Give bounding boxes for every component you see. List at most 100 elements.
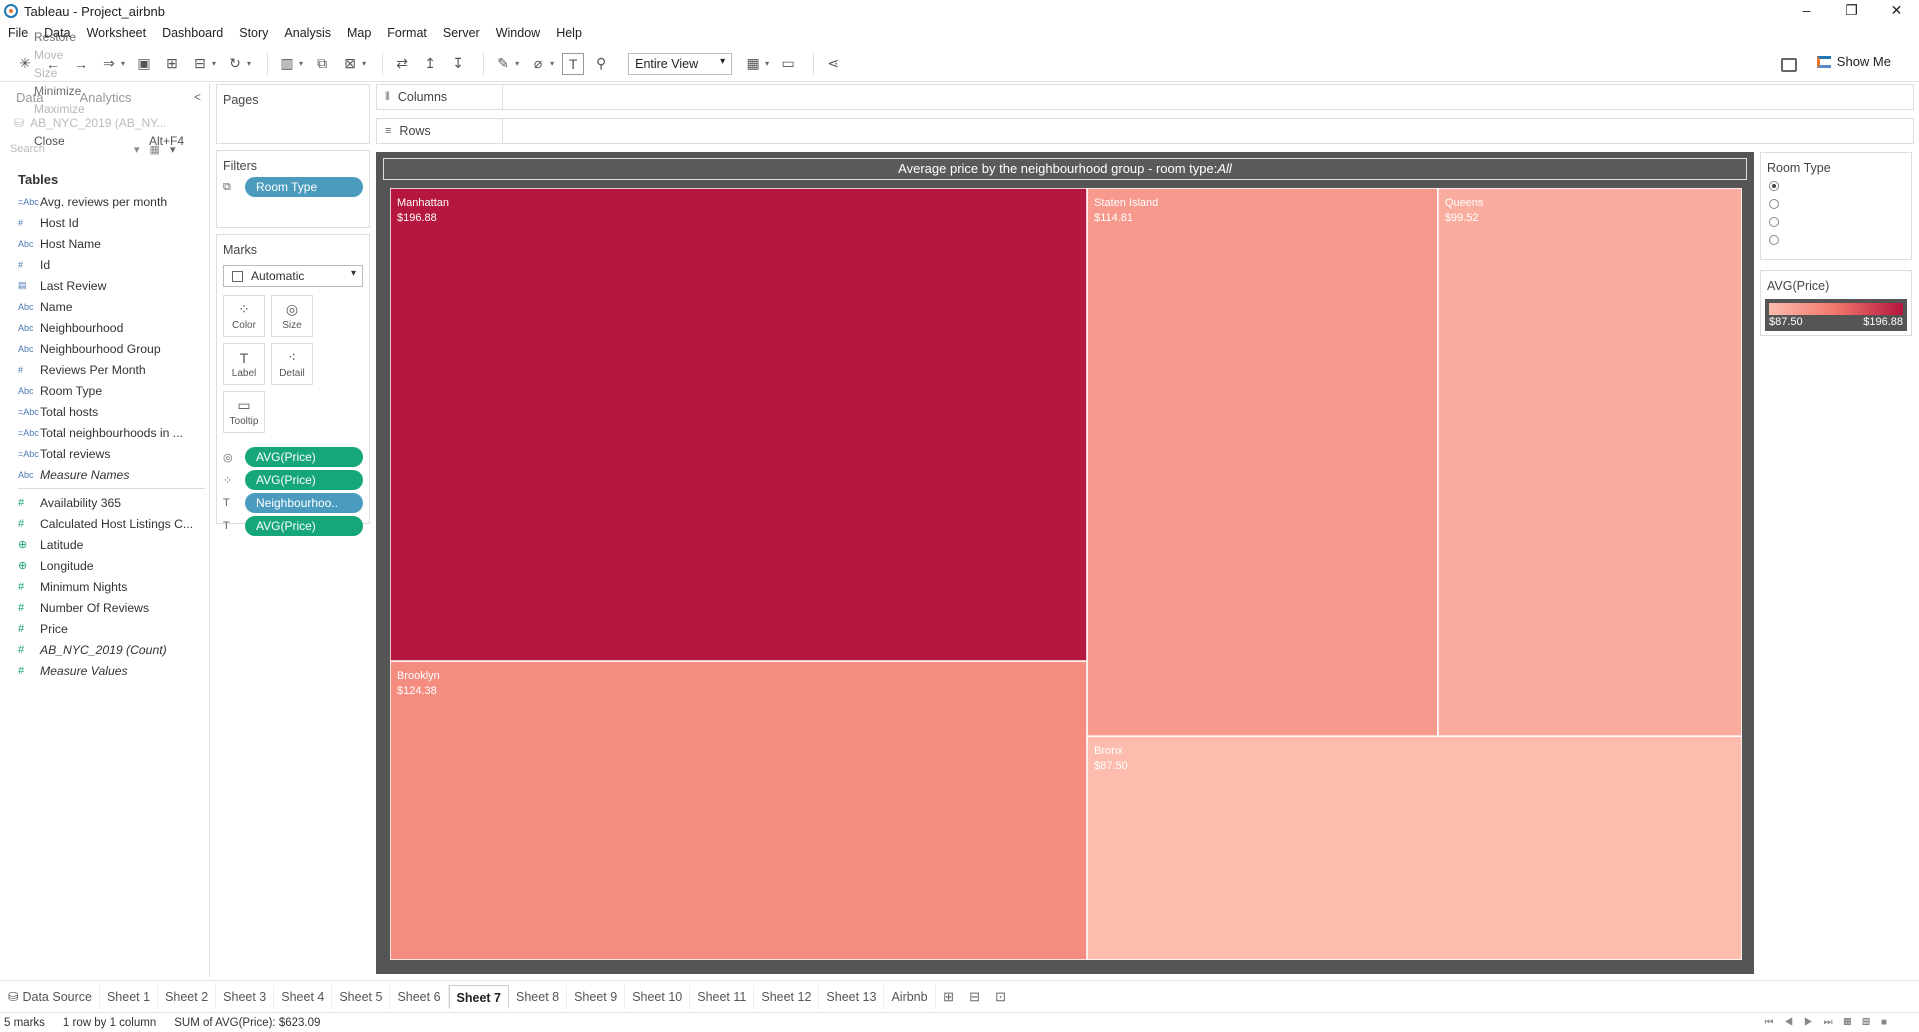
fit-dropdown[interactable]: Entire View — [628, 52, 733, 75]
menu-file[interactable]: File — [8, 26, 28, 40]
marks-pill[interactable]: AVG(Price) — [245, 516, 363, 536]
close-button[interactable]: ✕ — [1874, 0, 1919, 22]
collapse-pane-icon[interactable]: < — [194, 90, 201, 104]
room-type-radio[interactable] — [1769, 235, 1779, 245]
menu-story[interactable]: Story — [239, 26, 268, 40]
tab-sheet-10[interactable]: Sheet 10 — [625, 984, 691, 1009]
tab-sheet-4[interactable]: Sheet 4 — [274, 984, 333, 1009]
field-id[interactable]: # Id — [0, 254, 209, 275]
marks-detail-button[interactable]: ⁖ Detail — [271, 343, 313, 385]
pages-card[interactable]: Pages — [216, 84, 370, 144]
sort-ascending-icon[interactable]: ↥ — [419, 53, 441, 75]
tab-sheet-1[interactable]: Sheet 1 — [100, 984, 159, 1009]
menu-analysis[interactable]: Analysis — [284, 26, 331, 40]
treemap-rect[interactable] — [390, 660, 1088, 960]
cards-icon[interactable]: ▦ — [742, 53, 764, 75]
field-measure-values[interactable]: # Measure Values — [0, 660, 209, 681]
field-latitude[interactable]: ⊕ Latitude — [0, 534, 209, 555]
field-price[interactable]: # Price — [0, 618, 209, 639]
filter-pill-room-type[interactable]: Room Type — [245, 177, 363, 197]
tab-sheet-8[interactable]: Sheet 8 — [509, 984, 568, 1009]
field-calculated-host-listings-c[interactable]: # Calculated Host Listings C... — [0, 513, 209, 534]
tab-sheet-3[interactable]: Sheet 3 — [216, 984, 275, 1009]
marks-label-button[interactable]: T Label — [223, 343, 265, 385]
field-total-hosts[interactable]: =Abc Total hosts — [0, 401, 209, 422]
field-ab-nyc-2019-count[interactable]: # AB_NYC_2019 (Count) — [0, 639, 209, 660]
treemap-cell-manhattan[interactable]: Manhattan $196.88 — [390, 188, 1088, 662]
minimize-button[interactable]: – — [1784, 0, 1829, 22]
fix-axes-icon[interactable]: ⚲ — [590, 53, 612, 75]
menu-map[interactable]: Map — [347, 26, 371, 40]
mark-type-dropdown[interactable]: Automatic — [223, 265, 363, 287]
highlight-icon[interactable]: ✎ — [492, 53, 514, 75]
tab-data-source[interactable]: ⛁ Data Source — [0, 984, 100, 1009]
tab-airbnb[interactable]: Airbnb — [884, 984, 936, 1009]
field-availability-365[interactable]: # Availability 365 — [0, 492, 209, 513]
encoding-icon[interactable]: T — [223, 497, 245, 509]
pause-dropdown-icon[interactable]: ▾ — [212, 59, 216, 68]
columns-shelf[interactable]: ⦀ Columns — [376, 84, 1914, 110]
tab-sheet-5[interactable]: Sheet 5 — [332, 984, 391, 1009]
tab-sheet-13[interactable]: Sheet 13 — [819, 984, 885, 1009]
pause-updates-icon[interactable]: ⊟ — [189, 53, 211, 75]
treemap-rect[interactable] — [1086, 735, 1742, 960]
restore-button[interactable]: ❐ — [1829, 0, 1874, 22]
room-type-radio[interactable] — [1769, 181, 1779, 191]
presentation-mode-icon[interactable] — [1781, 58, 1797, 72]
clear-dropdown-icon[interactable]: ▾ — [362, 59, 366, 68]
field-avg-reviews-per-month[interactable]: =Abc Avg. reviews per month — [0, 191, 209, 212]
show-me-button[interactable]: Show Me — [1816, 54, 1891, 69]
field-host-name[interactable]: Abc Host Name — [0, 233, 209, 254]
refresh-icon[interactable]: ↻ — [224, 53, 246, 75]
treemap-rect[interactable] — [1437, 188, 1742, 737]
tab-sheet-6[interactable]: Sheet 6 — [390, 984, 449, 1009]
menu-window[interactable]: Window — [496, 26, 540, 40]
room-type-radio[interactable] — [1769, 199, 1779, 209]
field-room-type[interactable]: Abc Room Type — [0, 380, 209, 401]
sort-descending-icon[interactable]: ↧ — [447, 53, 469, 75]
cards-dropdown-icon[interactable]: ▾ — [765, 59, 769, 68]
encoding-icon[interactable]: ◎ — [223, 451, 245, 464]
tab-sheet-12[interactable]: Sheet 12 — [754, 984, 820, 1009]
new-dashboard-tab-icon[interactable]: ⊟ — [962, 989, 988, 1005]
field-neighbourhood[interactable]: Abc Neighbourhood — [0, 317, 209, 338]
menu-format[interactable]: Format — [387, 26, 427, 40]
field-longitude[interactable]: ⊕ Longitude — [0, 555, 209, 576]
view-title[interactable]: Average price by the neighbourhood group… — [383, 158, 1747, 180]
field-number-of-reviews[interactable]: # Number Of Reviews — [0, 597, 209, 618]
filters-card[interactable]: Filters ⧉ Room Type — [216, 150, 370, 228]
tableau-home-icon[interactable]: ✳ — [14, 53, 36, 75]
menu-help[interactable]: Help — [556, 26, 582, 40]
marks-tooltip-button[interactable]: ▭ Tooltip — [223, 391, 265, 433]
tab-sheet-9[interactable]: Sheet 9 — [567, 984, 626, 1009]
swap-icon[interactable]: ⇄ — [391, 53, 413, 75]
treemap-cell-queens[interactable]: Queens $99.52 — [1437, 188, 1742, 737]
sysmenu-maximize[interactable]: Maximize — [34, 98, 184, 120]
field-total-neighbourhoods-in[interactable]: =Abc Total neighbourhoods in ... — [0, 422, 209, 443]
marks-pill[interactable]: Neighbourhoo.. — [245, 493, 363, 513]
field-reviews-per-month[interactable]: # Reviews Per Month — [0, 359, 209, 380]
tab-sheet-7[interactable]: Sheet 7 — [448, 984, 509, 1009]
presentation-icon[interactable]: ▭ — [777, 53, 799, 75]
refresh-dropdown-icon[interactable]: ▾ — [247, 59, 251, 68]
encoding-icon[interactable]: T — [223, 520, 245, 532]
rows-shelf[interactable]: ≡ Rows — [376, 118, 1914, 144]
field-measure-names[interactable]: Abc Measure Names — [0, 464, 209, 485]
tab-sheet-2[interactable]: Sheet 2 — [158, 984, 217, 1009]
treemap-rect[interactable] — [390, 188, 1088, 662]
new-worksheet-icon[interactable]: ▥ — [276, 53, 298, 75]
treemap-chart[interactable]: Manhattan $196.88 Brooklyn $124.38 Staten Is… — [390, 188, 1742, 960]
room-type-radio[interactable] — [1769, 217, 1779, 227]
new-worksheet-tab-icon[interactable]: ⊞ — [936, 989, 962, 1005]
field-minimum-nights[interactable]: # Minimum Nights — [0, 576, 209, 597]
field-total-reviews[interactable]: =Abc Total reviews — [0, 443, 209, 464]
treemap-cell-bronx[interactable]: Bronx $87.50 — [1086, 735, 1742, 960]
view-controls[interactable]: ⏮ ◀ ▶ ⏭ ▦ ▤ ■ — [1764, 1017, 1891, 1028]
show-labels-icon[interactable]: T — [562, 52, 585, 75]
marks-color-button[interactable]: ⁘ Color — [223, 295, 265, 337]
field-host-id[interactable]: # Host Id — [0, 212, 209, 233]
sysmenu-close[interactable]: Close Alt+F4 — [34, 130, 184, 152]
share-icon[interactable]: ⋖ — [822, 53, 844, 75]
marks-pill[interactable]: AVG(Price) — [245, 447, 363, 467]
color-legend[interactable]: $87.50 $196.88 — [1765, 299, 1907, 331]
